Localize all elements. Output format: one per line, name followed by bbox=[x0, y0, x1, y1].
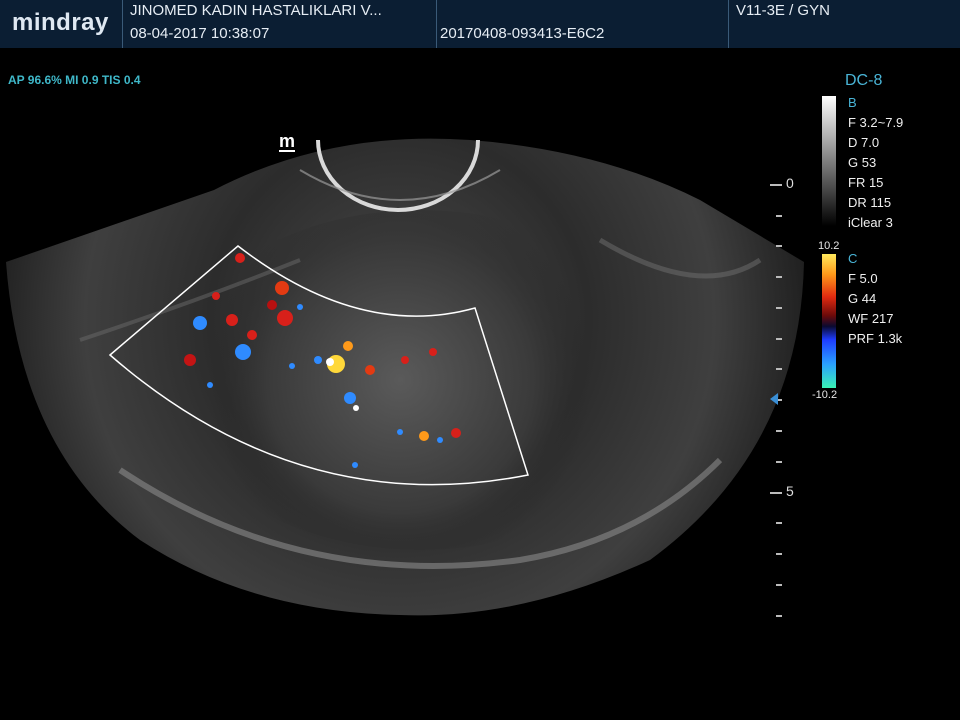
focus-marker-icon[interactable] bbox=[770, 393, 778, 405]
exam-datetime: 08-04-2017 10:38:07 bbox=[130, 25, 270, 42]
mode-title: DC-8 bbox=[845, 72, 883, 89]
brand-logo: mindray bbox=[12, 9, 109, 36]
b-param: iClear 3 bbox=[848, 215, 893, 230]
ultrasound-image bbox=[6, 138, 804, 616]
exam-id: 20170408-093413-E6C2 bbox=[440, 25, 605, 42]
depth-tick bbox=[776, 245, 782, 247]
header-bar: mindray JINOMED KADIN HASTALIKLARI V... … bbox=[0, 0, 960, 48]
b-param: F 3.2~7.9 bbox=[848, 115, 904, 130]
b-param: DR 115 bbox=[848, 195, 892, 210]
depth-tick bbox=[776, 553, 782, 555]
color-scale-max: 10.2 bbox=[818, 240, 840, 252]
color-mode-label: C bbox=[848, 251, 858, 266]
depth-label-5: 5 bbox=[786, 483, 794, 499]
c-param: PRF 1.3k bbox=[848, 331, 903, 346]
b-param: FR 15 bbox=[848, 175, 884, 190]
institution-name: JINOMED KADIN HASTALIKLARI V... bbox=[130, 2, 382, 19]
acoustic-output: AP 96.6% MI 0.9 TIS 0.4 bbox=[8, 73, 141, 87]
orientation-marker: m bbox=[279, 131, 296, 152]
color-scale-min: -10.2 bbox=[812, 389, 838, 401]
c-param: G 44 bbox=[848, 291, 877, 306]
b-mode-label: B bbox=[848, 95, 857, 110]
depth-tick bbox=[770, 492, 782, 494]
color-mode-params: C F 5.0 G 44 WF 217 PRF 1.3k bbox=[848, 251, 902, 351]
b-param: G 53 bbox=[848, 155, 877, 170]
depth-tick bbox=[776, 430, 782, 432]
depth-tick bbox=[776, 276, 782, 278]
color-scale-bar bbox=[822, 254, 836, 388]
depth-label-0: 0 bbox=[786, 175, 794, 191]
b-param: D 7.0 bbox=[848, 135, 880, 150]
depth-tick bbox=[776, 584, 782, 586]
probe-preset[interactable]: V11-3E / GYN bbox=[736, 2, 830, 19]
depth-tick bbox=[776, 215, 782, 217]
grayscale-bar bbox=[822, 96, 836, 226]
depth-tick bbox=[776, 368, 782, 370]
depth-tick bbox=[776, 307, 782, 309]
c-param: F 5.0 bbox=[848, 271, 878, 286]
depth-tick bbox=[770, 184, 782, 186]
b-mode-params: B F 3.2~7.9 D 7.0 G 53 FR 15 DR 115 iCle… bbox=[848, 95, 903, 235]
depth-tick bbox=[776, 338, 782, 340]
depth-tick bbox=[776, 615, 782, 617]
c-param: WF 217 bbox=[848, 311, 894, 326]
depth-tick bbox=[776, 522, 782, 524]
depth-tick bbox=[776, 461, 782, 463]
